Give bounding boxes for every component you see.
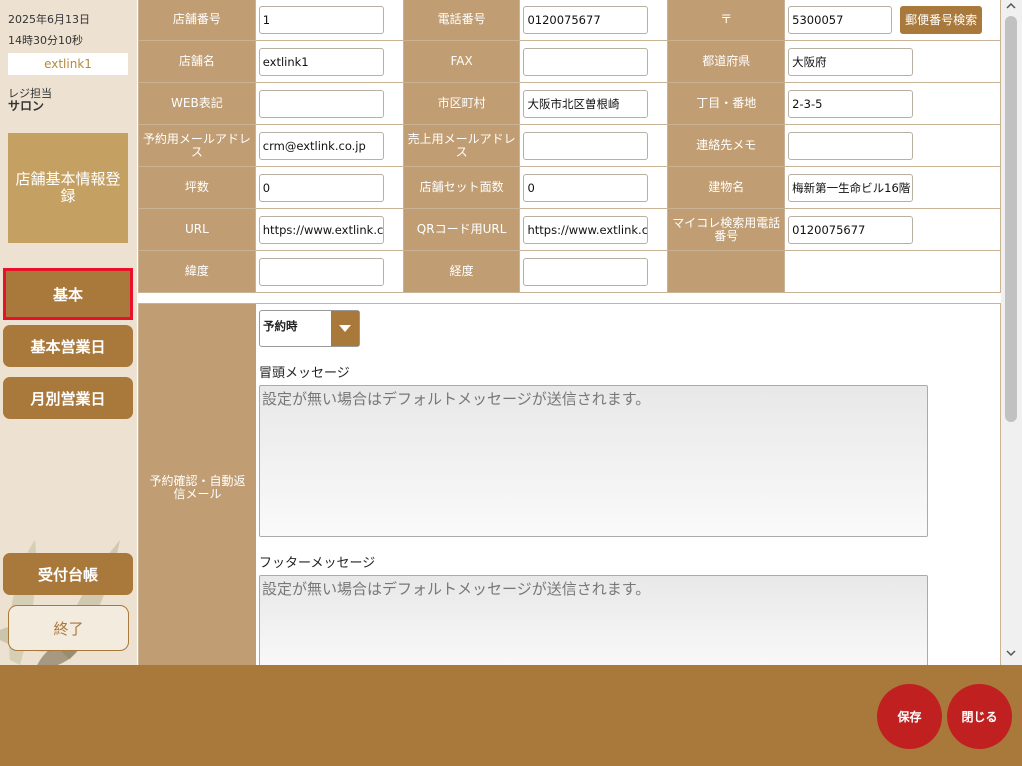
prefecture-input[interactable]: 大阪府 [788,47,914,76]
store-name-input[interactable]: extlink1 [258,47,384,76]
label-fax: FAX [402,40,521,83]
label-mycolle-phone: マイコレ検索用電話番号 [667,208,786,251]
empty-label-cell [667,250,786,293]
vertical-scrollbar[interactable] [1001,0,1022,665]
close-button[interactable]: 閉じる [947,684,1012,749]
current-date: 2025年6月13日 [8,13,90,26]
scrollbar-thumb[interactable] [1005,16,1017,422]
building-input[interactable]: 梅新第一生命ビル16階 [788,173,914,202]
qr-url-input[interactable]: https://www.extlink.co.jp [523,215,649,244]
label-url: URL [138,208,256,251]
longitude-input[interactable] [523,257,649,286]
exit-button[interactable]: 終了 [8,605,129,651]
label-reservation-email: 予約用メールアドレス [138,124,256,167]
main-content: 店舗番号 1 電話番号 0120075677 〒 5300057 郵便番号検索 店… [137,0,1001,665]
store-number-input[interactable]: 1 [258,5,384,34]
label-store-number: 店舗番号 [138,0,256,41]
footer-bar [0,665,1022,766]
nav-reception-ledger-button[interactable]: 受付台帳 [3,553,133,595]
label-phone: 電話番号 [402,0,521,41]
footer-message-title: フッターメッセージ [259,556,376,571]
sidebar: 2025年6月13日 14時30分10秒 extlink1 レジ担当 サロン 店… [0,0,137,665]
label-building: 建物名 [667,166,786,209]
store-name-chip: extlink1 [8,53,128,75]
label-seat-count: 店舗セット面数 [402,166,521,209]
label-store-name: 店舗名 [138,40,256,83]
staff-name: サロン [8,99,45,113]
scroll-up-icon[interactable] [1005,2,1017,14]
header-message-textarea[interactable]: 設定が無い場合はデフォルトメッセージが送信されます。 [259,385,928,537]
label-web-notation: WEB表記 [138,82,256,125]
label-floor-area: 坪数 [138,166,256,209]
footer-message-textarea[interactable]: 設定が無い場合はデフォルトメッセージが送信されます。 [259,575,928,665]
mycolle-phone-input[interactable]: 0120075677 [788,215,914,244]
save-button[interactable]: 保存 [877,684,942,749]
label-qr-url: QRコード用URL [402,208,521,251]
nav-basic-button[interactable]: 基本 [3,268,133,320]
url-input[interactable]: https://www.extlink.co.jp [258,215,384,244]
scroll-down-icon[interactable] [1005,649,1017,661]
chevron-down-icon[interactable] [331,311,359,346]
label-contact-memo: 連絡先メモ [667,124,786,167]
floor-area-input[interactable]: 0 [258,173,384,202]
label-sales-email: 売上用メールアドレス [402,124,521,167]
auto-reply-mail-body: 予約時 冒頭メッセージ 設定が無い場合はデフォルトメッセージが送信されます。 フ… [257,304,1000,665]
reservation-email-input[interactable]: crm@extlink.co.jp [258,131,384,160]
empty-value-cell [784,250,1001,293]
nav-basic-business-days-button[interactable]: 基本営業日 [3,325,133,367]
address-block-input[interactable]: 2-3-5 [788,89,914,118]
label-longitude: 経度 [402,250,521,293]
phone-input[interactable]: 0120075677 [523,5,649,34]
sales-email-input[interactable] [523,131,649,160]
mail-timing-select[interactable]: 予約時 [259,310,360,347]
contact-memo-input[interactable] [788,131,914,160]
current-time: 14時30分10秒 [8,34,83,47]
label-address-block: 丁目・番地 [667,82,786,125]
store-info-form: 店舗番号 1 電話番号 0120075677 〒 5300057 郵便番号検索 店… [138,0,1001,293]
header-message-title: 冒頭メッセージ [259,366,350,381]
postal-code-input[interactable]: 5300057 [788,5,893,34]
web-notation-input[interactable] [258,89,384,118]
page-title: 店舗基本情報登録 [8,133,128,243]
mail-timing-value: 予約時 [263,319,298,333]
label-postal-code: 〒 [667,0,786,41]
seat-count-input[interactable]: 0 [523,173,649,202]
city-input[interactable]: 大阪市北区曽根崎 [523,89,649,118]
nav-monthly-business-days-button[interactable]: 月別営業日 [3,377,133,419]
auto-reply-mail-label: 予約確認・自動返信メール [139,304,256,665]
postal-search-button[interactable]: 郵便番号検索 [900,5,983,34]
latitude-input[interactable] [258,257,384,286]
label-prefecture: 都道府県 [667,40,786,83]
fax-input[interactable] [523,47,649,76]
label-city: 市区町村 [402,82,521,125]
auto-reply-mail-section: 予約確認・自動返信メール 予約時 冒頭メッセージ 設定が無い場合はデフォルトメッ… [138,303,1001,665]
label-latitude: 緯度 [138,250,256,293]
